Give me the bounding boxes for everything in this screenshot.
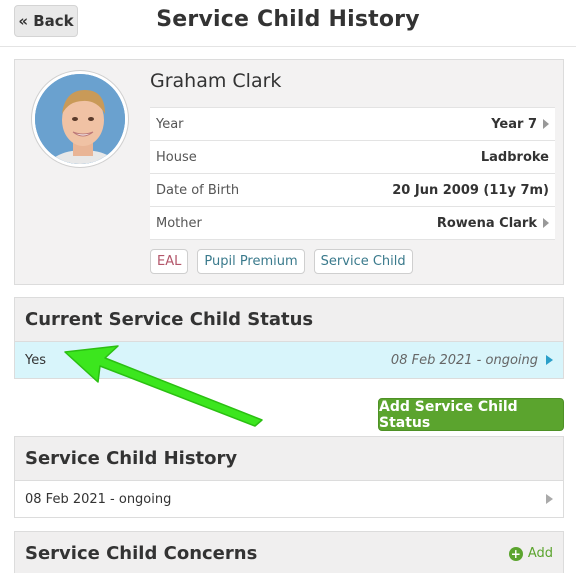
info-label: Year — [156, 116, 184, 132]
add-concern-link[interactable]: + Add — [508, 546, 553, 561]
info-row-mother[interactable]: Mother Rowena Clark — [150, 207, 555, 240]
info-row-house: House Ladbroke — [150, 141, 555, 174]
info-row-dob: Date of Birth 20 Jun 2009 (11y 7m) — [150, 174, 555, 207]
add-label: Add — [527, 546, 553, 561]
student-avatar — [32, 71, 128, 167]
tag-service-child[interactable]: Service Child — [313, 249, 413, 274]
info-label: Date of Birth — [156, 182, 240, 198]
student-profile-card: Graham Clark Year Year 7 House Ladbroke … — [14, 59, 564, 285]
info-label: Mother — [156, 215, 202, 231]
page-title: Service Child History — [156, 7, 420, 32]
concerns-heading: Service Child Concerns + Add — [15, 532, 563, 573]
student-tags: EAL Pupil Premium Service Child — [150, 249, 413, 274]
plus-circle-icon: + — [508, 546, 523, 561]
status-date: 08 Feb 2021 - ongoing — [391, 353, 553, 368]
history-entry-date: 08 Feb 2021 - ongoing — [25, 491, 172, 507]
tag-eal[interactable]: EAL — [150, 249, 189, 274]
info-value: Ladbroke — [480, 149, 549, 165]
info-value: Rowena Clark — [437, 216, 549, 231]
history-heading: Service Child History — [15, 437, 563, 481]
top-bar: « Back Service Child History — [0, 0, 576, 47]
history-panel: Service Child History 08 Feb 2021 - ongo… — [14, 436, 564, 518]
info-row-year[interactable]: Year Year 7 — [150, 108, 555, 141]
current-status-row[interactable]: Yes 08 Feb 2021 - ongoing — [15, 342, 563, 378]
chevron-right-icon — [543, 218, 549, 228]
add-service-child-status-button[interactable]: Add Service Child Status — [378, 398, 564, 431]
chevron-right-icon — [543, 119, 549, 129]
history-row[interactable]: 08 Feb 2021 - ongoing — [15, 481, 563, 517]
info-value: 20 Jun 2009 (11y 7m) — [392, 182, 549, 198]
student-name: Graham Clark — [150, 70, 282, 92]
avatar-image — [35, 74, 125, 164]
info-value: Year 7 — [491, 117, 549, 132]
current-status-heading: Current Service Child Status — [15, 298, 563, 342]
student-info-list: Year Year 7 House Ladbroke Date of Birth… — [150, 107, 555, 240]
info-label: House — [156, 149, 197, 165]
chevron-right-icon — [546, 355, 553, 365]
status-value: Yes — [25, 352, 46, 368]
mother-value: Rowena Clark — [436, 215, 537, 231]
tag-pupil-premium[interactable]: Pupil Premium — [197, 249, 305, 274]
current-status-panel: Current Service Child Status Yes 08 Feb … — [14, 297, 564, 379]
year-value: Year 7 — [491, 116, 537, 132]
status-date-text: 08 Feb 2021 - ongoing — [390, 352, 538, 368]
concerns-panel: Service Child Concerns + Add — [14, 531, 564, 573]
chevron-right-icon — [546, 494, 553, 504]
concerns-title: Service Child Concerns — [25, 543, 258, 564]
